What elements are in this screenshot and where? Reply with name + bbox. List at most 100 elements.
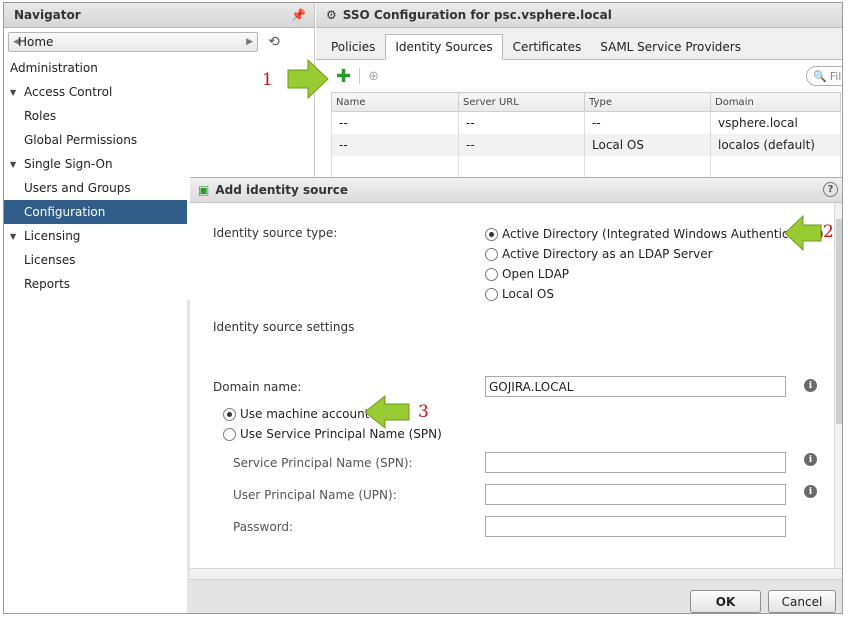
radio-label: Open LDAP [502,267,570,281]
nav-item-label: Licensing [24,229,81,243]
identity-sources-table: Name Server URL Type Domain -- -- -- vsp… [331,92,841,178]
table-row[interactable]: -- -- -- vsphere.local [331,111,841,134]
help-icon[interactable]: ? [823,182,838,197]
cell-domain: vsphere.local [710,111,841,134]
tab-saml-service-providers[interactable]: SAML Service Providers [591,35,750,59]
table-row[interactable] [331,155,841,178]
radio-label: Use Service Principal Name (SPN) [240,427,442,441]
nav-item-label: Licenses [24,253,76,267]
radio-indicator[interactable] [485,227,498,241]
nav-item-label: Single Sign-On [24,157,113,171]
horizontal-scrollbar[interactable] [190,568,842,579]
nav-item-licenses[interactable]: Licenses [4,248,187,272]
nav-section-label: Administration [10,61,98,75]
chevron-right-icon: ▶ [246,37,253,47]
navigator-title: Navigator [14,8,81,22]
table-header-row: Name Server URL Type Domain [331,92,841,112]
spn-info-icon[interactable]: i [804,453,817,466]
tab-policies[interactable]: Policies [322,35,384,59]
radio-indicator[interactable] [223,407,236,421]
upn-info-icon[interactable]: i [804,485,817,498]
annotation-number-2: 2 [823,222,834,242]
password-input[interactable] [485,516,786,537]
sso-configuration-panel: ⚙ SSO Configuration for psc.vsphere.loca… [316,3,842,178]
dialog-body: Identity source type: Active Directory (… [190,203,834,568]
cell-server-url: -- [458,133,585,156]
radio-label: Active Directory as an LDAP Server [502,247,713,261]
identity-sources-toolbar: ✚ ⊕ 🔍 Filt [316,60,842,92]
panel-header: ⚙ SSO Configuration for psc.vsphere.loca… [316,3,842,28]
scrollbar-thumb[interactable] [836,219,842,424]
annotation-number-3: 3 [418,402,429,422]
cell-server-url: -- [458,111,585,134]
spn-label: Service Principal Name (SPN): [233,456,413,470]
vertical-scrollbar[interactable] [834,203,842,568]
nav-item-reports[interactable]: Reports [4,272,187,296]
radio-active-directory-iwa[interactable]: Active Directory (Integrated Windows Aut… [485,227,824,241]
sso-gear-icon: ⚙ [326,8,337,22]
cell-server-url [458,155,585,178]
nav-item-label: Roles [24,109,57,123]
home-button[interactable]: ◀ Home ▶ [8,32,258,52]
nav-item-single-sign-on[interactable]: ▼ Single Sign-On [4,152,314,176]
table-row[interactable]: -- -- Local OS localos (default) [331,133,841,156]
annotation-arrow-3 [364,394,410,430]
radio-indicator[interactable] [223,427,236,441]
tab-certificates[interactable]: Certificates [504,35,591,59]
radio-active-directory-ldap[interactable]: Active Directory as an LDAP Server [485,247,713,261]
upn-label: User Principal Name (UPN): [233,488,397,502]
nav-item-configuration[interactable]: Configuration [4,200,187,224]
filter-input[interactable]: 🔍 Filt [806,66,842,86]
radio-open-ldap[interactable]: Open LDAP [485,267,569,281]
nav-item-label: Configuration [24,205,106,219]
upn-input[interactable] [485,484,786,505]
pin-icon[interactable]: 📌 [291,8,306,22]
panel-title: SSO Configuration for psc.vsphere.local [342,8,612,22]
tab-identity-sources[interactable]: Identity Sources [385,34,503,60]
add-identity-source-icon: ▣ [198,183,210,197]
cell-type [584,155,711,178]
cell-domain: localos (default) [710,133,841,156]
column-header-domain[interactable]: Domain [710,92,841,112]
column-header-name[interactable]: Name [331,92,459,112]
set-default-icon[interactable]: ⊕ [368,69,379,84]
domain-info-icon[interactable]: i [804,379,817,392]
nav-item-label: Access Control [24,85,113,99]
password-label: Password: [233,520,294,534]
ok-button[interactable]: OK [690,590,761,613]
radio-label: Use machine account [240,407,370,421]
nav-item-roles[interactable]: Roles [4,104,314,128]
radio-local-os[interactable]: Local OS [485,287,554,301]
cancel-button[interactable]: Cancel [768,590,836,613]
cell-name: -- [331,111,459,134]
column-header-server-url[interactable]: Server URL [458,92,585,112]
radio-label: Local OS [502,287,554,301]
add-icon[interactable]: ✚ [336,66,351,87]
nav-item-licensing[interactable]: ▼ Licensing [4,224,187,248]
dialog-title: Add identity source [215,183,349,197]
home-label: Home [18,35,54,49]
expand-triangle-icon: ▼ [10,231,17,241]
search-icon: 🔍 [813,69,827,83]
annotation-number-1: 1 [262,70,273,90]
nav-item-global-permissions[interactable]: Global Permissions [4,128,314,152]
radio-indicator[interactable] [485,287,498,301]
column-header-type[interactable]: Type [584,92,711,112]
nav-item-label: Reports [24,277,71,291]
identity-source-type-label: Identity source type: [213,226,338,240]
add-identity-source-dialog: ▣ Add identity source ? Identity source … [190,177,842,613]
radio-indicator[interactable] [485,247,498,261]
identity-source-settings-label: Identity source settings [213,320,355,334]
cell-name [331,155,459,178]
domain-name-input[interactable] [485,376,786,397]
nav-item-label: Global Permissions [24,133,138,147]
dialog-footer: OK Cancel [190,579,842,613]
nav-item-label: Users and Groups [24,181,131,195]
history-icon[interactable]: ⟲ [264,32,284,52]
radio-use-machine-account[interactable]: Use machine account [223,407,369,421]
spn-input[interactable] [485,452,786,473]
radio-indicator[interactable] [485,267,498,281]
toolbar-separator [359,68,361,84]
home-row: ◀ Home ▶ ⟲ [4,28,314,56]
annotation-arrow-2 [784,214,822,252]
